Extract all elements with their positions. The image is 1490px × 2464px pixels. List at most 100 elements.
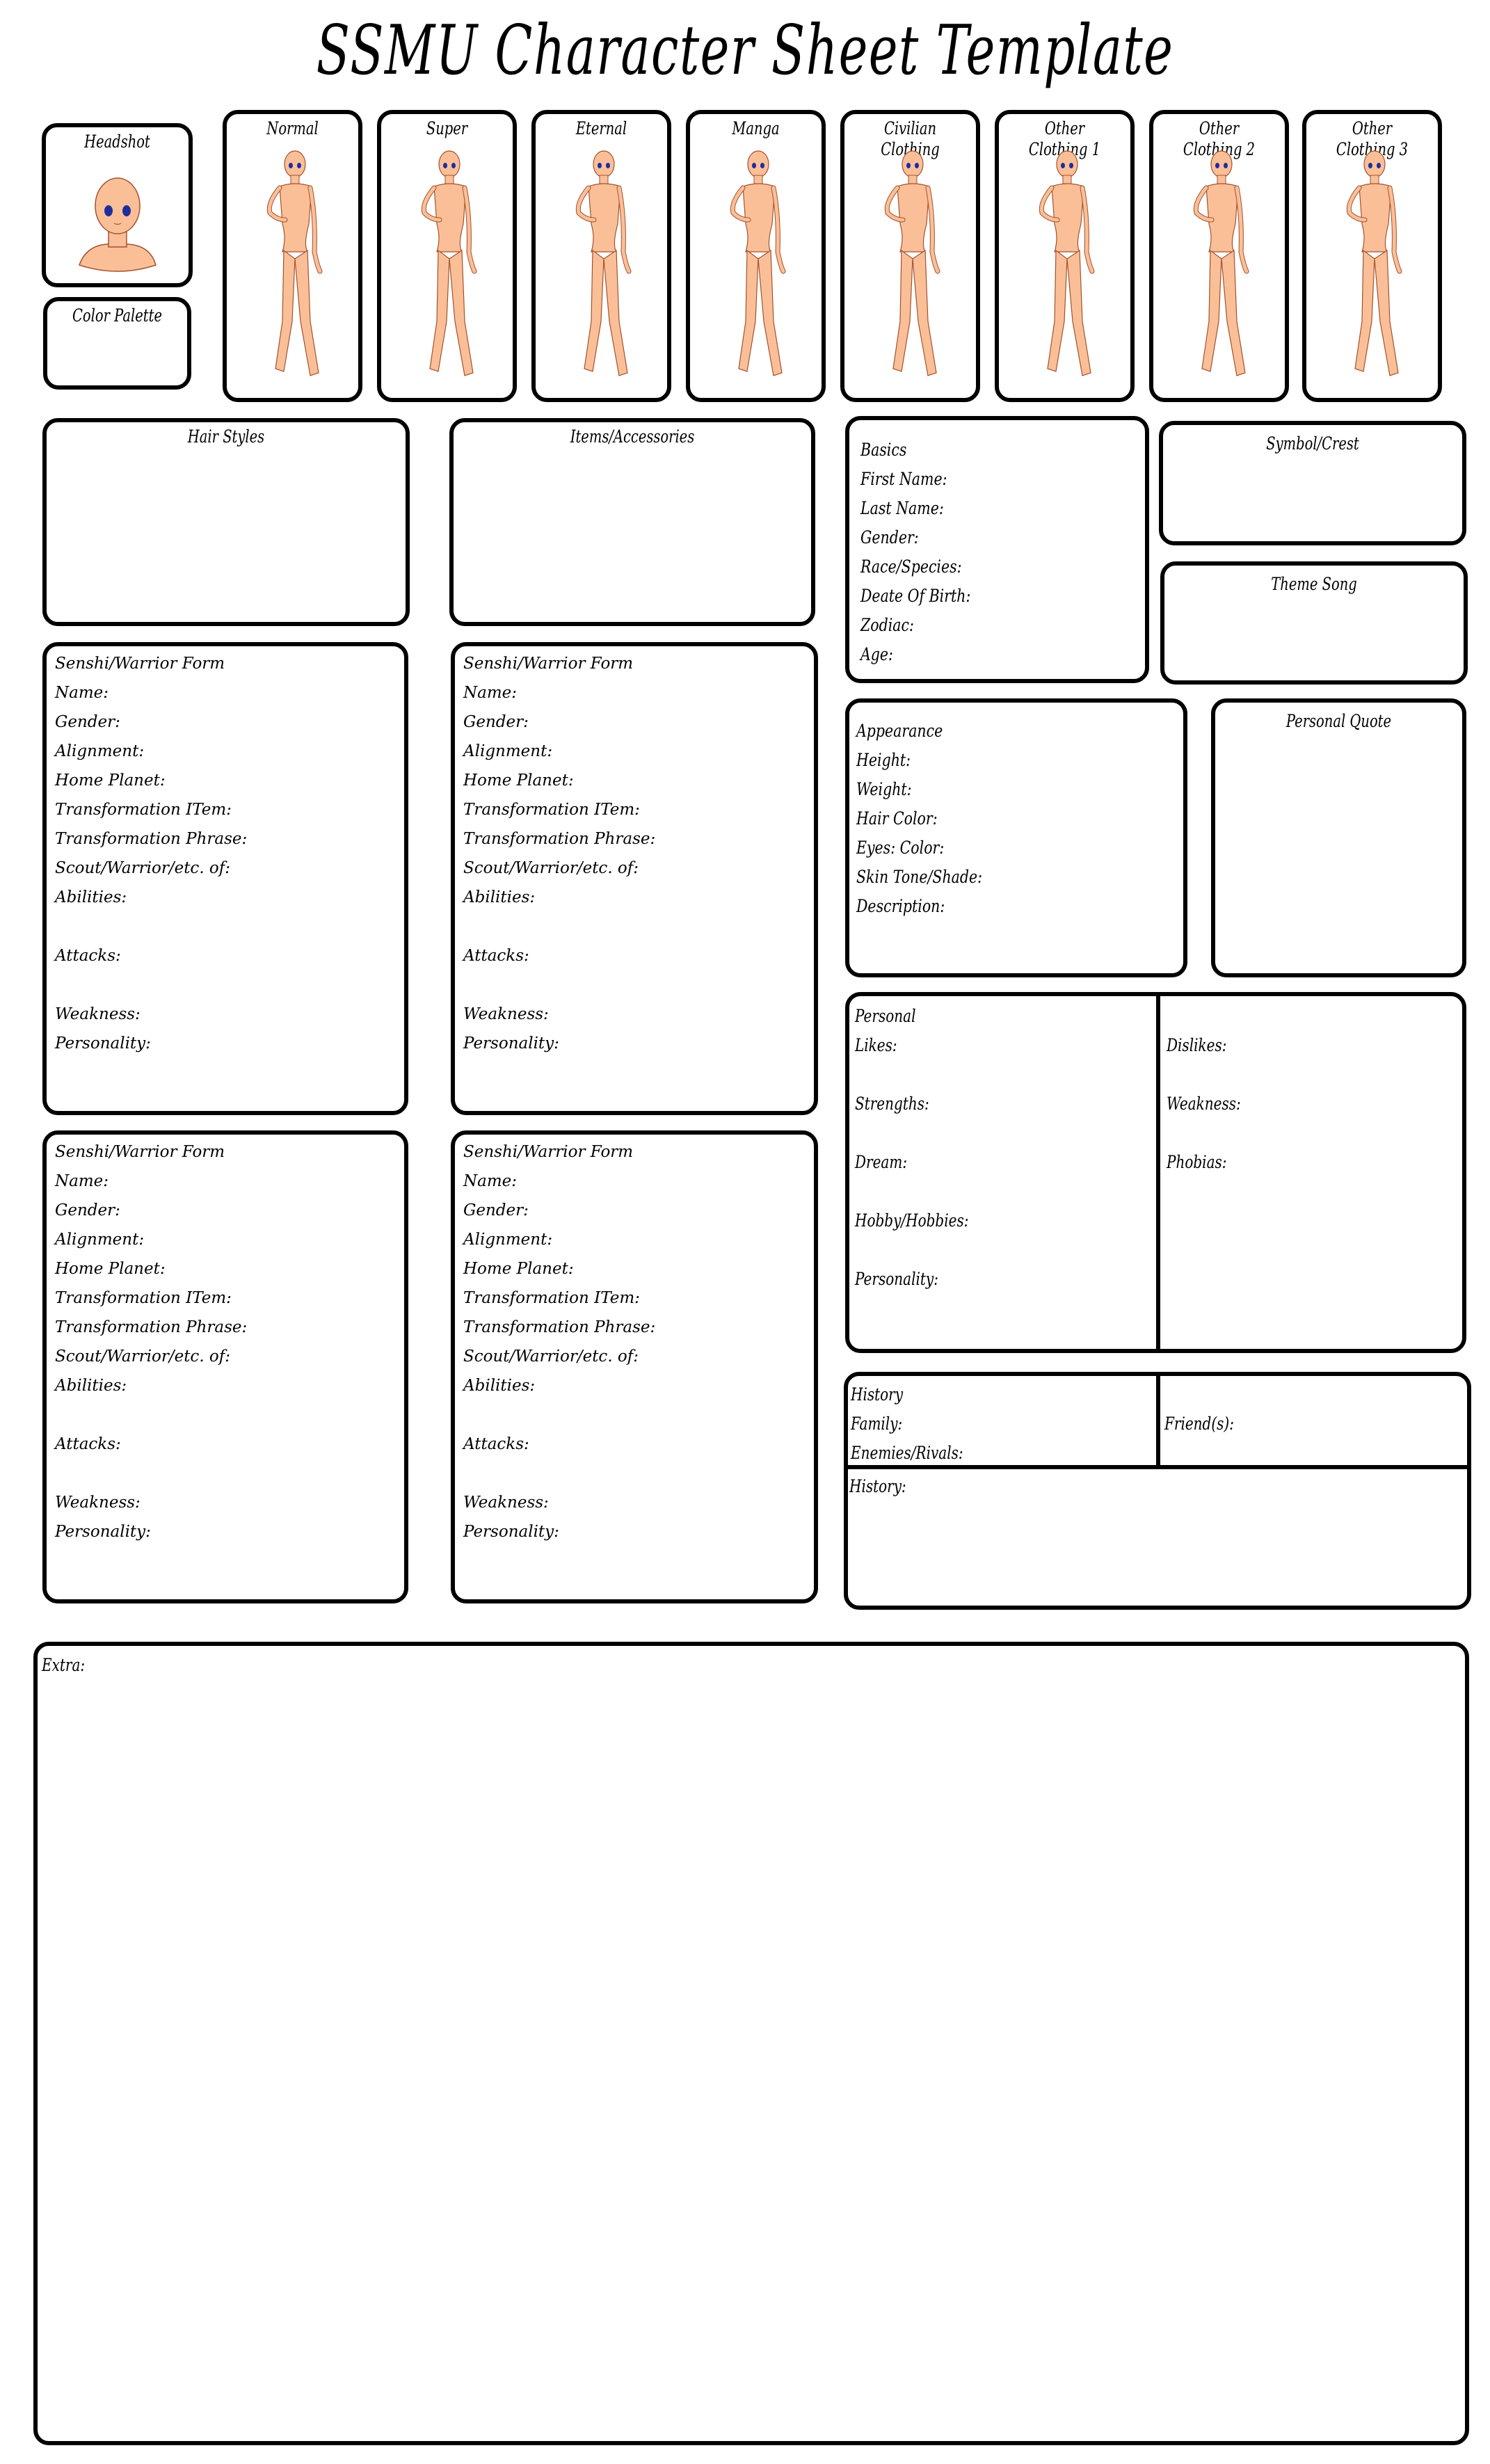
figure-box-manga: Manga	[686, 110, 826, 402]
senshi-field-name: Name:	[55, 1172, 109, 1190]
extra-box: Extra:	[33, 1642, 1469, 2445]
senshi-form-heading: Senshi/Warrior Form	[463, 1143, 634, 1161]
senshi-field-alignment: Alignment:	[55, 742, 145, 760]
personal-dislikes: Dislikes:	[1167, 1035, 1227, 1055]
body-figure-image	[730, 150, 785, 376]
body-figure-image	[266, 150, 322, 376]
senshi-form-heading: Senshi/Warrior Form	[55, 1143, 225, 1161]
senshi-field-attacks: Attacks:	[55, 1435, 121, 1453]
history-family: Family:	[851, 1414, 903, 1434]
senshi-field-attacks: Attacks:	[55, 947, 121, 965]
personal-divider	[1156, 996, 1160, 1349]
hair-styles-box: Hair Styles	[42, 418, 410, 626]
history-history-label: History:	[849, 1476, 906, 1496]
items-accessories-box: Items/Accessories	[449, 418, 815, 626]
senshi-form-box: Senshi/Warrior Form Name: Gender: Alignment…	[42, 642, 408, 1115]
figure-box-civilian-clothing: Civilian Clothing	[840, 110, 980, 402]
senshi-field-personality: Personality:	[463, 1034, 559, 1053]
figure-box-other-clothing-2: Other Clothing 2	[1149, 110, 1289, 402]
senshi-field-name: Name:	[463, 1172, 518, 1190]
basics-race-species: Race/Species:	[860, 557, 962, 577]
senshi-field-transformation-item: Transformation ITem:	[463, 801, 640, 819]
senshi-field-transformation-phrase: Transformation Phrase:	[463, 830, 656, 848]
personal-quote-label: Personal Quote	[1285, 711, 1392, 731]
symbol-crest-label: Symbol/Crest	[1266, 433, 1359, 454]
senshi-field-abilities: Abilities:	[463, 888, 536, 906]
senshi-field-home-planet: Home Planet:	[55, 771, 166, 790]
theme-song-label: Theme Song	[1271, 574, 1357, 594]
appearance-heading: Appearance	[856, 721, 943, 741]
senshi-field-home-planet: Home Planet:	[463, 771, 574, 790]
figure-label: Manga	[732, 118, 780, 138]
appearance-eye-color: Eyes: Color:	[856, 838, 945, 858]
senshi-field-abilities: Abilities:	[55, 888, 127, 906]
body-figure-image	[1193, 150, 1249, 376]
senshi-field-scout-of: Scout/Warrior/etc. of:	[55, 859, 231, 877]
personal-dream: Dream:	[855, 1152, 908, 1172]
figure-box-other-clothing-1: Other Clothing 1	[995, 110, 1135, 402]
items-accessories-label: Items/Accessories	[570, 426, 695, 447]
headshot-label: Headshot	[84, 131, 150, 152]
senshi-field-home-planet: Home Planet:	[463, 1260, 574, 1278]
senshi-field-alignment: Alignment:	[463, 1231, 553, 1249]
personal-personality: Personality:	[855, 1269, 938, 1289]
senshi-field-transformation-phrase: Transformation Phrase:	[55, 1318, 248, 1336]
personal-phobias: Phobias:	[1167, 1152, 1227, 1172]
senshi-field-transformation-phrase: Transformation Phrase:	[463, 1318, 656, 1336]
history-enemies-rivals: Enemies/Rivals:	[851, 1443, 963, 1463]
senshi-field-name: Name:	[55, 684, 109, 702]
figure-label: Super	[426, 118, 468, 138]
body-figure-image	[1039, 150, 1094, 376]
body-figure-image	[421, 150, 476, 376]
senshi-field-weakness: Weakness:	[463, 1005, 549, 1023]
basics-age: Age:	[860, 644, 893, 664]
appearance-height: Height:	[856, 750, 911, 770]
symbol-crest-box: Symbol/Crest	[1159, 421, 1466, 545]
personal-heading: Personal	[855, 1006, 916, 1026]
headshot-box: Headshot	[42, 123, 193, 287]
figure-box-other-clothing-3: Other Clothing 3	[1302, 110, 1442, 402]
senshi-field-home-planet: Home Planet:	[55, 1260, 166, 1278]
figure-box-normal: Normal	[223, 110, 362, 402]
senshi-field-scout-of: Scout/Warrior/etc. of:	[463, 1347, 639, 1366]
basics-zodiac: Zodiac:	[860, 615, 914, 635]
senshi-field-abilities: Abilities:	[463, 1377, 536, 1395]
personal-box: Personal Likes: Strengths: Dream: Hobby/…	[845, 992, 1466, 1353]
personal-strengths: Strengths:	[855, 1094, 929, 1114]
appearance-skin-tone: Skin Tone/Shade:	[856, 867, 983, 887]
appearance-description: Description:	[856, 896, 945, 916]
senshi-field-alignment: Alignment:	[463, 742, 553, 760]
senshi-field-attacks: Attacks:	[463, 947, 529, 965]
history-vertical-divider	[1156, 1376, 1160, 1466]
hair-styles-label: Hair Styles	[187, 426, 265, 447]
headshot-image	[79, 177, 157, 272]
senshi-form-heading: Senshi/Warrior Form	[55, 655, 225, 673]
senshi-field-transformation-item: Transformation ITem:	[55, 801, 232, 819]
senshi-field-weakness: Weakness:	[463, 1494, 549, 1512]
page-title: SSMU Character Sheet Template	[316, 11, 1174, 90]
senshi-field-transformation-item: Transformation ITem:	[463, 1289, 640, 1307]
figure-label: Normal	[266, 118, 319, 138]
basics-first-name: First Name:	[860, 469, 947, 489]
color-palette-box: Color Palette	[43, 297, 191, 390]
appearance-weight: Weight:	[856, 779, 912, 799]
body-figure-image	[884, 150, 940, 376]
figure-box-super: Super	[377, 110, 517, 402]
senshi-field-scout-of: Scout/Warrior/etc. of:	[463, 859, 639, 877]
senshi-field-transformation-item: Transformation ITem:	[55, 1289, 232, 1307]
senshi-field-gender: Gender:	[463, 1201, 529, 1219]
senshi-field-transformation-phrase: Transformation Phrase:	[55, 830, 248, 848]
body-figure-image	[575, 150, 631, 376]
senshi-field-gender: Gender:	[55, 713, 120, 731]
appearance-box: Appearance Height: Weight: Hair Color: E…	[845, 698, 1187, 977]
senshi-field-attacks: Attacks:	[463, 1435, 529, 1453]
basics-box: Basics First Name: Last Name: Gender: Ra…	[845, 416, 1149, 683]
senshi-field-alignment: Alignment:	[55, 1231, 145, 1249]
